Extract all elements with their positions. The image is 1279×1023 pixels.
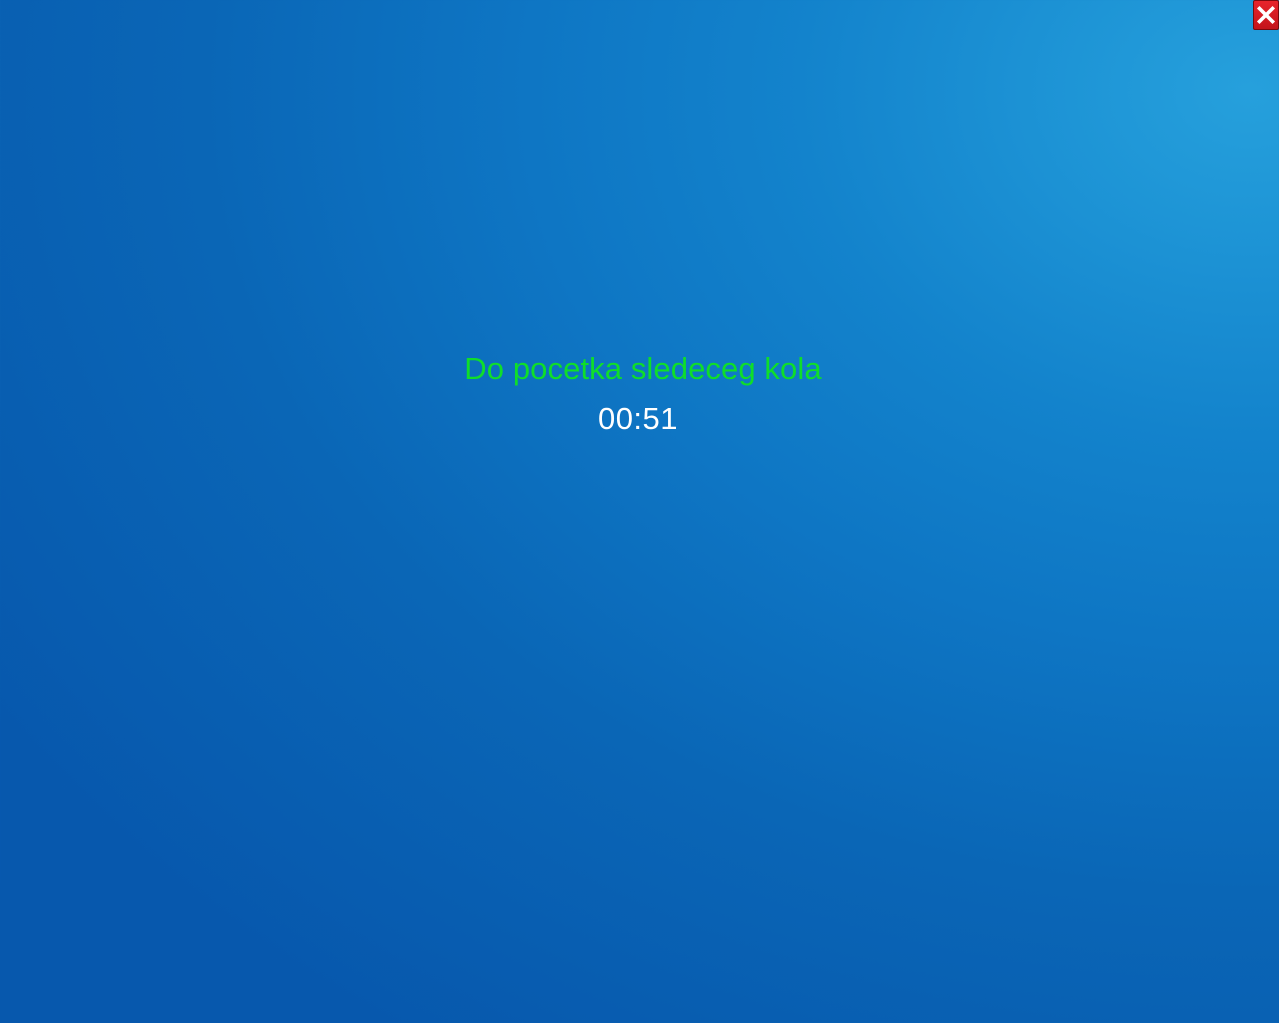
countdown-timer: 00:51	[597, 401, 679, 436]
close-button[interactable]	[1253, 0, 1279, 30]
next-round-label: Do pocetka sledeceg kola	[464, 351, 822, 386]
close-icon	[1256, 5, 1276, 25]
